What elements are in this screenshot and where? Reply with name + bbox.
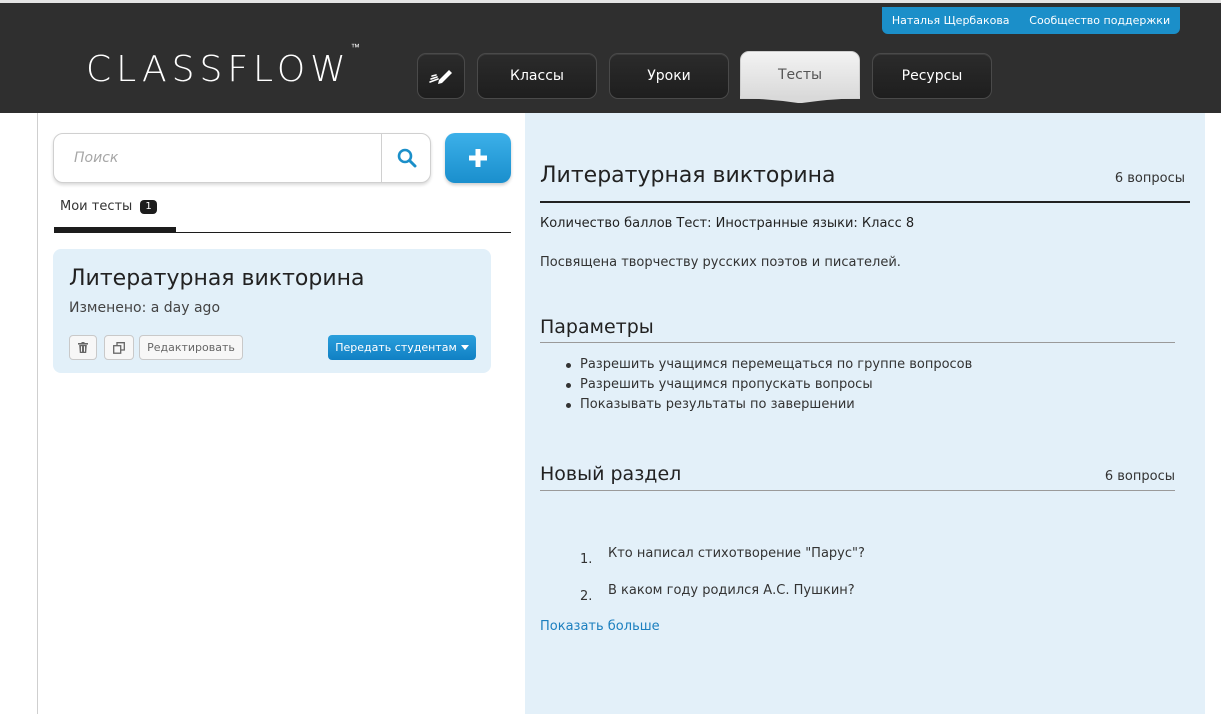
duplicate-button[interactable] xyxy=(104,335,134,360)
test-card-title: Литературная викторина xyxy=(69,266,365,291)
annotate-pen-button[interactable] xyxy=(417,53,465,99)
question-text: Кто написал стихотворение "Парус"? xyxy=(608,546,865,561)
param-item: Разрешить учащимся перемещаться по групп… xyxy=(565,355,972,375)
search-input[interactable] xyxy=(54,134,380,182)
question-text: В каком году родился А.С. Пушкин? xyxy=(608,583,855,598)
question-item[interactable]: 1. Кто написал стихотворение "Парус"? xyxy=(580,546,865,567)
detail-title: Литературная викторина xyxy=(540,163,836,188)
test-card-modified: Изменено: a day ago xyxy=(69,300,221,316)
test-detail-panel: Литературная викторина 6 вопросы Количес… xyxy=(525,113,1205,714)
test-card[interactable]: Литературная викторина Изменено: a day a… xyxy=(53,249,491,373)
section-divider xyxy=(540,490,1175,491)
question-item[interactable]: 2. В каком году родился А.С. Пушкин? xyxy=(580,583,855,604)
param-item: Показывать результаты по завершении xyxy=(565,395,972,415)
add-test-button[interactable] xyxy=(445,133,511,183)
section-heading: Новый раздел xyxy=(540,463,682,485)
nav-tab-lessons[interactable]: Уроки xyxy=(609,53,729,99)
detail-description: Посвящена творчеству русских поэтов и пи… xyxy=(540,255,901,270)
delete-button[interactable] xyxy=(69,335,97,360)
params-list: Разрешить учащимся перемещаться по групп… xyxy=(565,355,972,415)
search-button[interactable] xyxy=(381,134,431,182)
search-icon xyxy=(397,148,416,168)
nav-tab-tests[interactable]: Тесты xyxy=(740,51,860,99)
plus-icon xyxy=(469,149,487,167)
caret-down-icon xyxy=(460,345,469,350)
question-number: 1. xyxy=(580,552,593,567)
nav-tab-classes[interactable]: Классы xyxy=(477,53,597,99)
trash-icon xyxy=(78,342,88,353)
param-item: Разрешить учащимся пропускать вопросы xyxy=(565,375,972,395)
left-frame-border xyxy=(37,113,38,714)
params-divider xyxy=(540,342,1175,343)
top-header: Наталья Щербакова Сообщество поддержки C… xyxy=(0,0,1221,113)
show-more-link[interactable]: Показать больше xyxy=(540,619,660,634)
logo-text: CLASSFLOW xyxy=(86,49,351,90)
section-question-count: 6 вопросы xyxy=(1104,469,1175,484)
assign-to-students-button[interactable]: Передать студентам xyxy=(328,335,476,360)
right-frame-margin xyxy=(1205,113,1221,714)
tab-divider xyxy=(54,232,511,233)
title-divider xyxy=(540,201,1190,203)
user-links-bar: Наталья Щербакова Сообщество поддержки xyxy=(882,7,1180,34)
detail-meta: Количество баллов Тест: Иностранные язык… xyxy=(540,216,915,231)
assign-label: Передать студентам xyxy=(335,341,457,354)
classflow-logo[interactable]: CLASSFLOW™ xyxy=(86,43,360,90)
params-heading: Параметры xyxy=(540,316,654,338)
nav-tab-resources[interactable]: Ресурсы xyxy=(872,53,992,99)
user-name-link[interactable]: Наталья Щербакова xyxy=(892,14,1010,27)
pen-icon xyxy=(429,70,452,84)
tab-my-tests[interactable]: Мои тесты 1 xyxy=(60,199,157,214)
search-box xyxy=(53,133,431,183)
question-number: 2. xyxy=(580,589,593,604)
support-community-link[interactable]: Сообщество поддержки xyxy=(1029,14,1170,27)
copy-icon xyxy=(113,341,125,354)
edit-button[interactable]: Редактировать xyxy=(139,335,243,360)
tab-count-badge: 1 xyxy=(140,199,157,214)
detail-question-count: 6 вопросы xyxy=(1114,171,1185,186)
tab-my-tests-label: Мои тесты xyxy=(60,199,133,214)
logo-trademark: ™ xyxy=(350,43,360,53)
active-tab-pointer xyxy=(740,96,860,103)
